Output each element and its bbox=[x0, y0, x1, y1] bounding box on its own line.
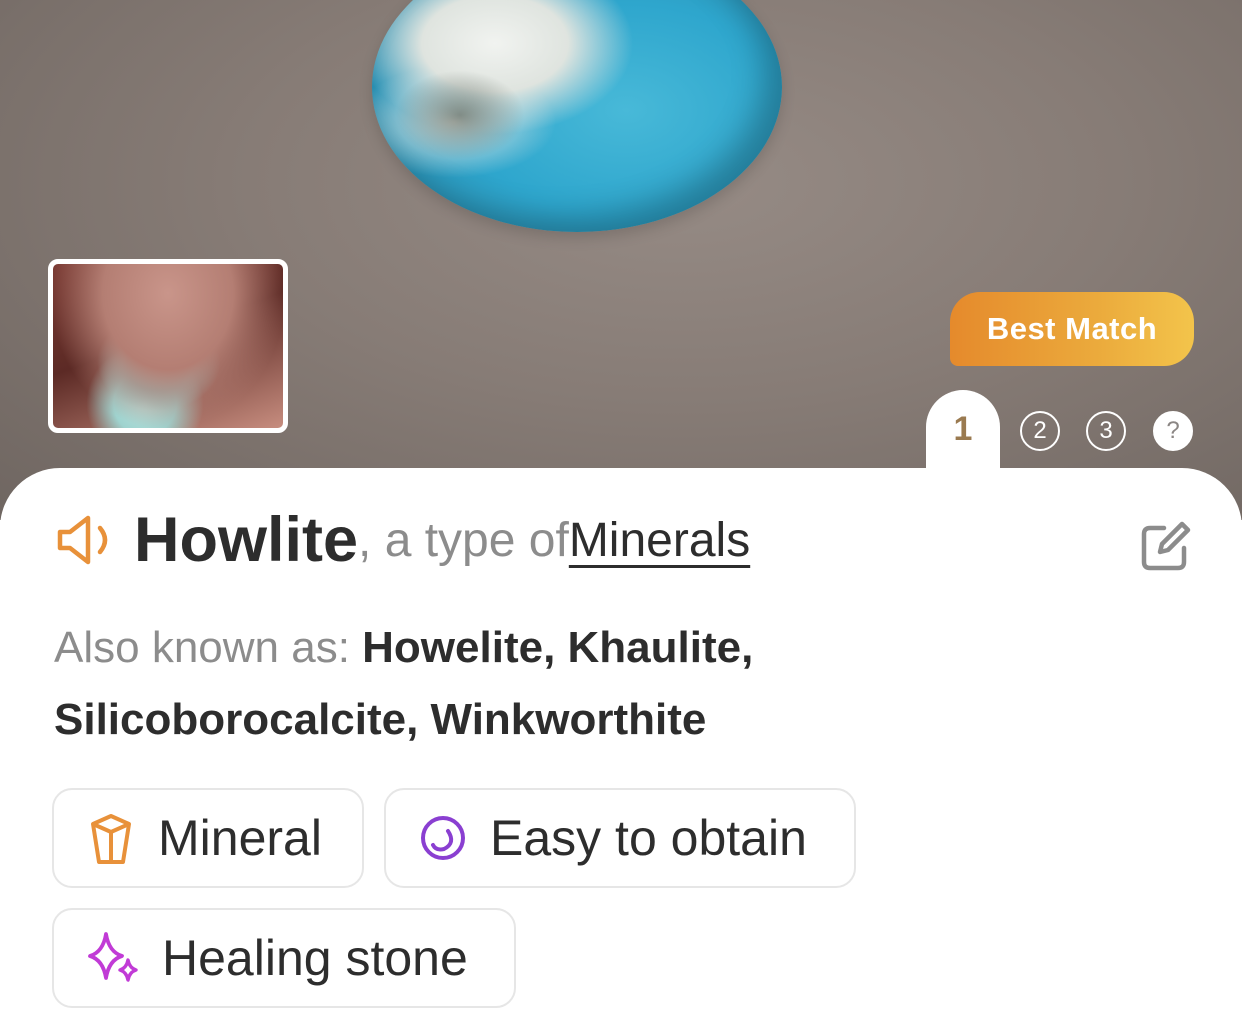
category-link[interactable]: Minerals bbox=[569, 513, 750, 568]
sparkle-icon bbox=[88, 932, 138, 982]
chip-easy-to-obtain[interactable]: Easy to obtain bbox=[384, 788, 856, 888]
chip-healing-stone[interactable]: Healing stone bbox=[52, 908, 516, 1008]
chip-label: Healing stone bbox=[162, 930, 468, 986]
edit-icon[interactable] bbox=[1140, 520, 1192, 572]
speaker-icon[interactable] bbox=[54, 510, 124, 570]
result-title-row: Howlite , a type of Minerals bbox=[54, 500, 750, 580]
page-tab-3[interactable]: 3 bbox=[1086, 411, 1126, 451]
page-tab-more[interactable]: ? bbox=[1153, 411, 1193, 451]
aka-label: Also known as: bbox=[54, 623, 363, 672]
crystal-icon bbox=[91, 814, 131, 864]
type-separator: , a type of bbox=[358, 513, 569, 567]
chip-mineral[interactable]: Mineral bbox=[52, 788, 364, 888]
page-tab-2[interactable]: 2 bbox=[1020, 411, 1060, 451]
page-tab-1[interactable]: 1 bbox=[926, 390, 1000, 470]
also-known-as: Also known as: Howelite, Khaulite, Silic… bbox=[54, 612, 954, 756]
chip-label: Easy to obtain bbox=[490, 810, 807, 866]
result-name: Howlite bbox=[134, 505, 359, 575]
chip-label: Mineral bbox=[158, 810, 322, 866]
circle-swirl-icon bbox=[421, 816, 465, 860]
result-pager: 1 2 3 ? bbox=[0, 390, 1242, 480]
stone-vein bbox=[395, 70, 525, 160]
best-match-badge: Best Match bbox=[950, 292, 1194, 366]
